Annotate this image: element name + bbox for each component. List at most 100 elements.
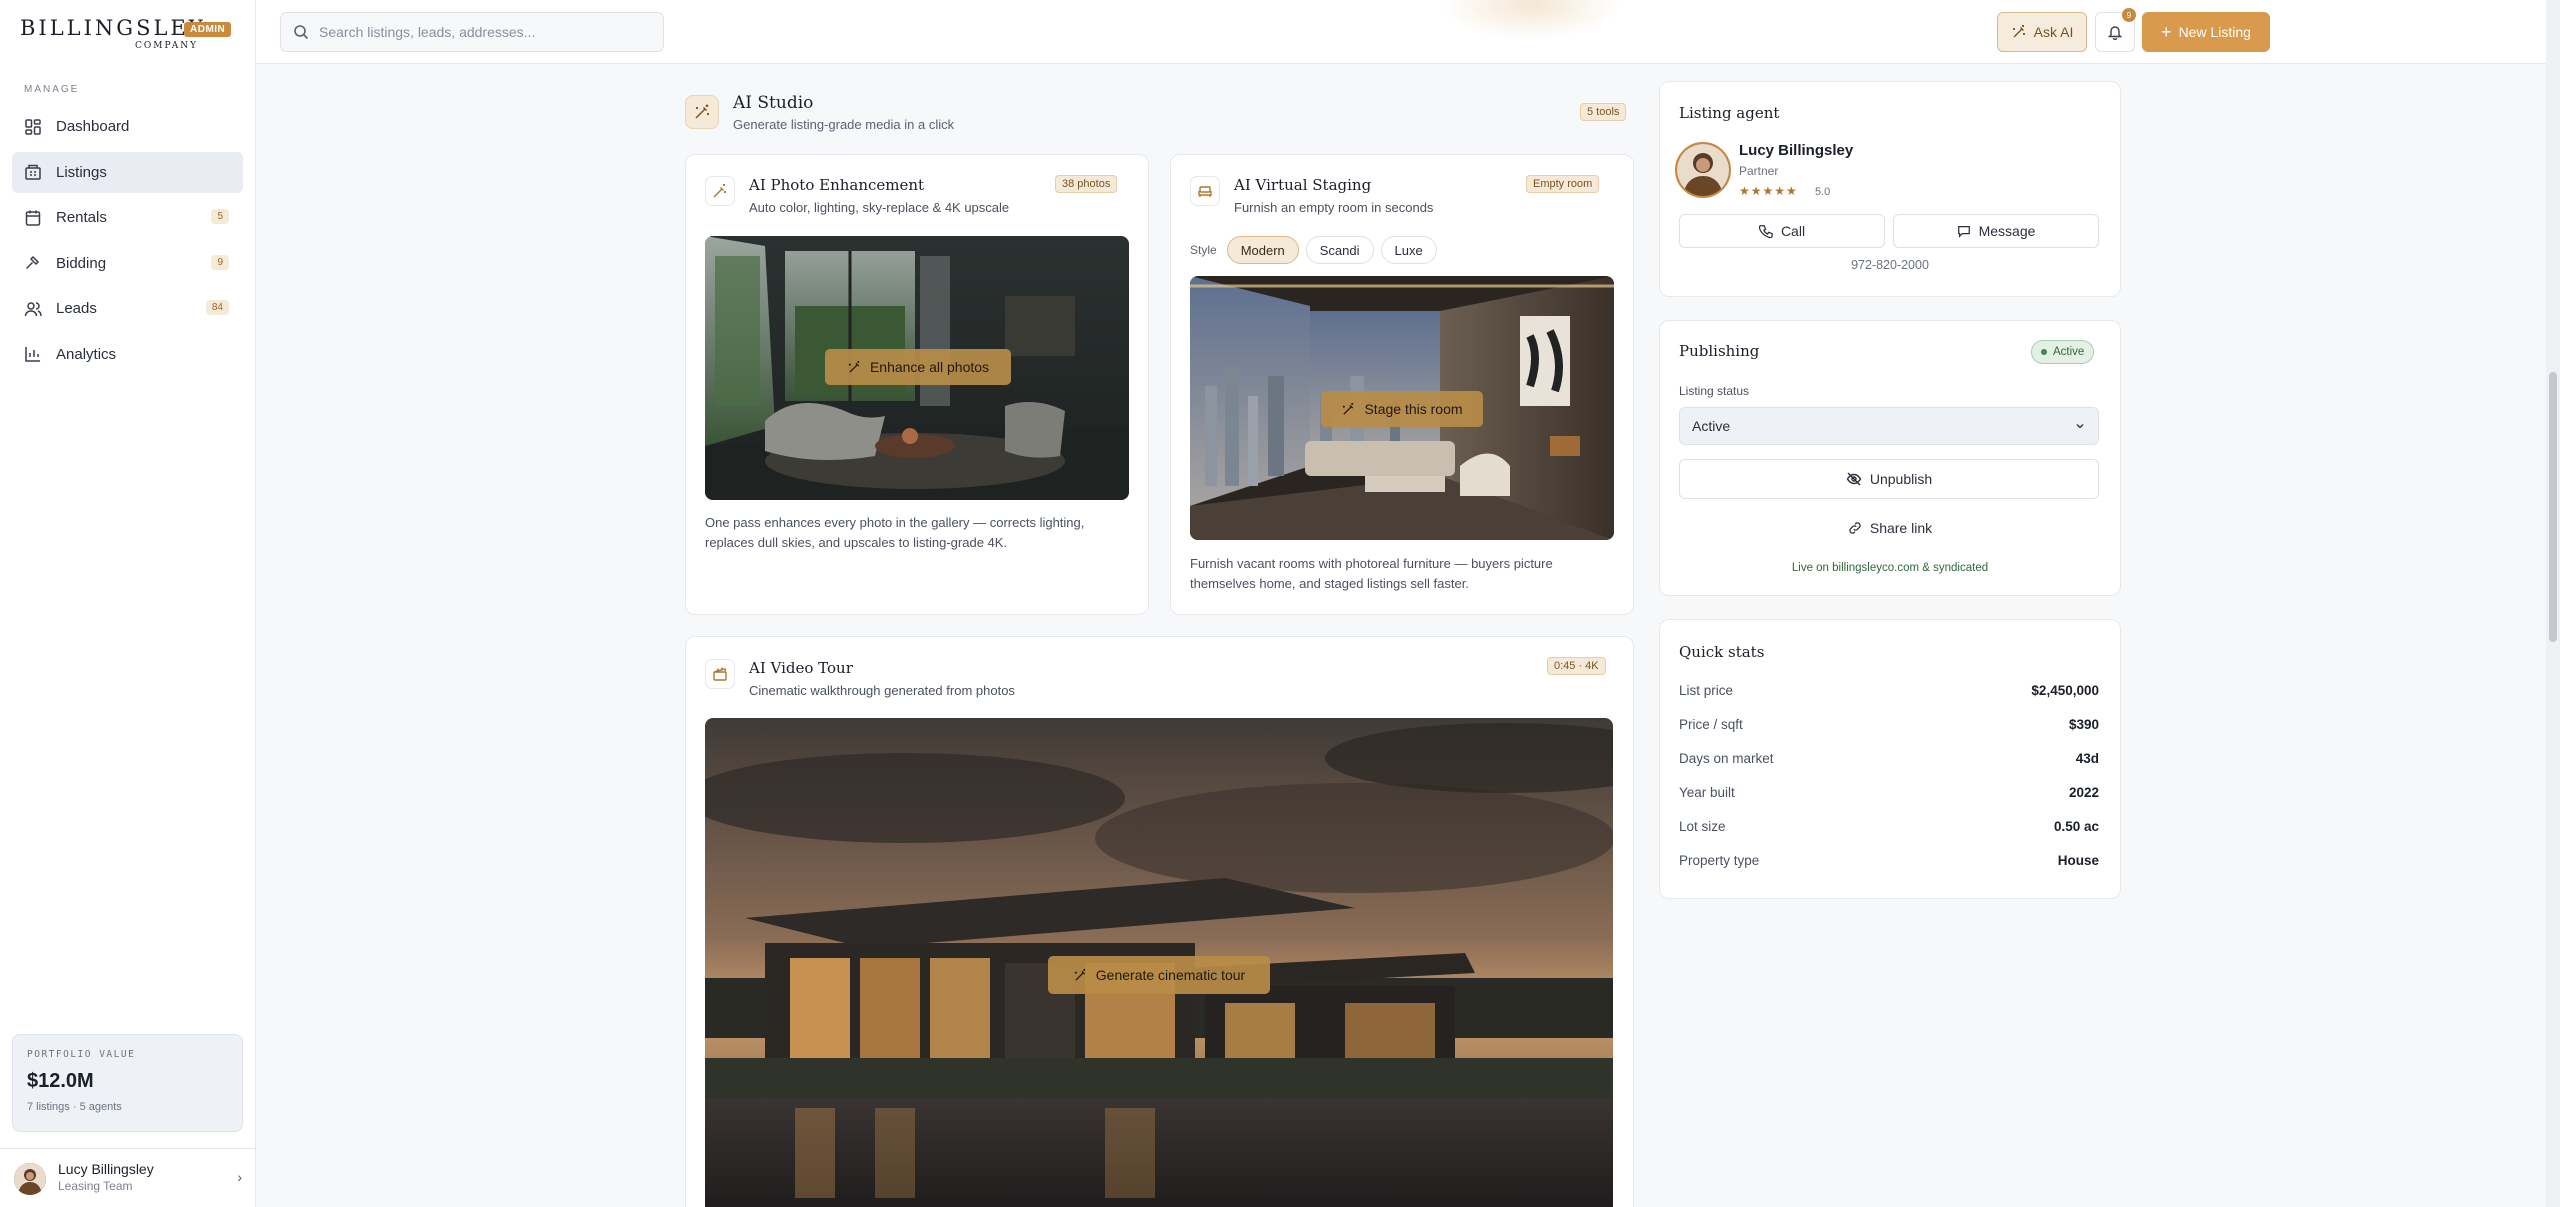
stat-label: Lot size [1679,819,1726,834]
photo-enhancement-subtitle: Auto color, lighting, sky-replace & 4K u… [749,200,1010,215]
enhance-photos-button[interactable]: Enhance all photos [825,349,1011,385]
scrollbar-thumb[interactable] [2549,372,2557,642]
style-selector: Style Modern Scandi Luxe [1190,236,1444,264]
style-chip-luxe[interactable]: Luxe [1380,236,1437,264]
video-tour-subtitle: Cinematic walkthrough generated from pho… [749,683,1015,698]
sidebar-item-label: Analytics [56,345,117,363]
wand-icon [705,176,735,206]
sidebar-item-listings[interactable]: Listings [12,151,243,193]
style-label: Style [1190,243,1217,257]
agent-phone[interactable]: 972-820-2000 [1659,258,2121,272]
chevron-right-icon: › [237,1169,242,1185]
stat-row-year-built: Year built 2022 [1679,777,2099,811]
agent-role: Partner [1739,164,1779,178]
sidebar-item-label: Leads [56,300,97,317]
dashboard-icon [24,118,42,136]
sidebar-item-label: Rentals [56,209,107,226]
plus-icon: + [2161,22,2172,42]
rentals-count-badge: 5 [211,209,229,224]
portfolio-label: PORTFOLIO VALUE [27,1049,136,1060]
brand-logo[interactable]: BILLINGSLEY COMPANY ADMIN [20,16,240,52]
user-name: Lucy Billingsley [58,1161,154,1177]
portfolio-value-card: PORTFOLIO VALUE $12.0M 7 listings · 5 ag… [12,1034,243,1132]
stat-value: 43d [2075,751,2099,766]
stage-room-button[interactable]: Stage this room [1321,391,1483,427]
sidebar-item-bidding[interactable]: Bidding 9 [12,243,243,284]
chart-icon [24,345,42,363]
generate-tour-label: Generate cinematic tour [1095,967,1246,983]
message-button[interactable]: Message [1893,214,2099,248]
leads-count-badge: 84 [205,300,229,315]
ai-studio-title: AI Studio [733,93,814,113]
chevron-down-icon [2076,423,2084,429]
rentals-icon [24,209,42,227]
sparkle-icon [1074,968,1085,981]
listing-status-select[interactable]: Active [1679,407,2099,445]
brand-name: BILLINGSLEY [20,16,206,40]
sidebar-item-analytics[interactable]: Analytics [12,334,243,375]
link-icon [1849,522,1861,534]
search-box[interactable] [280,12,664,52]
ask-ai-label: Ask AI [2033,24,2074,40]
admin-badge: ADMIN [184,22,232,37]
notification-count-badge: 9 [2122,8,2136,22]
header-glow [1441,0,1621,40]
bell-icon [2107,26,2123,40]
ai-studio-header: AI Studio Generate listing-grade media i… [685,91,1633,136]
gavel-icon [24,254,42,272]
stat-value: 0.50 ac [2053,819,2099,834]
call-label: Call [1780,223,1806,239]
rating-value: 5.0 [1815,186,1831,198]
portfolio-value: $12.0M [27,1070,94,1092]
share-link-label: Share link [1869,520,1933,536]
avatar [14,1163,46,1195]
ask-ai-button[interactable]: Ask AI [1997,12,2087,52]
style-chip-scandi[interactable]: Scandi [1305,236,1374,264]
listings-icon [24,163,42,181]
virtual-staging-title: AI Virtual Staging [1234,176,1372,194]
status-badge: Active [2031,340,2095,364]
bidding-count-badge: 9 [211,254,229,270]
eye-off-icon [1846,472,1862,486]
stat-label: Days on market [1679,751,1774,766]
ai-studio-subtitle: Generate listing-grade media in a click [733,117,955,132]
new-listing-label: New Listing [2178,24,2251,40]
stat-value: $390 [2068,717,2099,732]
generate-tour-button[interactable]: Generate cinematic tour [1048,956,1270,994]
stat-row-list-price: List price $2,450,000 [1679,675,2099,709]
stat-row-price-sqft: Price / sqft $390 [1679,709,2099,743]
sidebar-item-label: Bidding [56,254,107,272]
sidebar-nav: Dashboard Listings Rentals 5 Bidding 9 L… [12,106,243,379]
search-input[interactable] [319,24,639,40]
call-button[interactable]: Call [1679,214,1885,248]
sidebar-item-dashboard[interactable]: Dashboard [12,106,243,147]
quick-stats-title: Quick stats [1679,643,1765,661]
agent-avatar [1675,142,1731,198]
stat-row-property-type: Property type House [1679,845,2099,879]
sidebar-item-label: Dashboard [56,118,130,135]
virtual-staging-subtitle: Furnish an empty room in seconds [1234,200,1434,215]
sidebar-item-rentals[interactable]: Rentals 5 [12,197,243,238]
message-label: Message [1978,223,2036,239]
stat-row-days-on-market: Days on market 43d [1679,743,2099,777]
brand-sub: COMPANY [135,41,199,51]
user-role: Leasing Team [58,1179,133,1193]
current-user[interactable]: Lucy Billingsley Leasing Team › [0,1148,256,1207]
star-rating: ★★★★★ [1739,184,1798,198]
sparkle-icon [848,360,860,373]
users-icon [24,300,42,318]
photo-enhancement-desc-line: One pass enhances every photo in the gal… [705,515,1085,530]
photo-count-tag: 38 photos [1055,175,1118,193]
style-chip-modern[interactable]: Modern [1226,236,1299,264]
stat-label: Price / sqft [1679,717,1743,732]
sidebar-item-leads[interactable]: Leads 84 [12,288,243,329]
new-listing-button[interactable]: + New Listing [2142,12,2270,52]
photo-enhancement-title: AI Photo Enhancement [749,176,925,194]
stat-label: Year built [1679,785,1735,800]
status-badge-label: Active [2053,346,2085,358]
stat-value: House [2057,853,2099,868]
unpublish-button[interactable]: Unpublish [1679,459,2099,499]
publishing-title: Publishing [1679,342,1760,360]
virtual-staging-desc-line: themselves home, and staged listings sel… [1190,576,1469,591]
share-link-button[interactable]: Share link [1659,520,2121,536]
